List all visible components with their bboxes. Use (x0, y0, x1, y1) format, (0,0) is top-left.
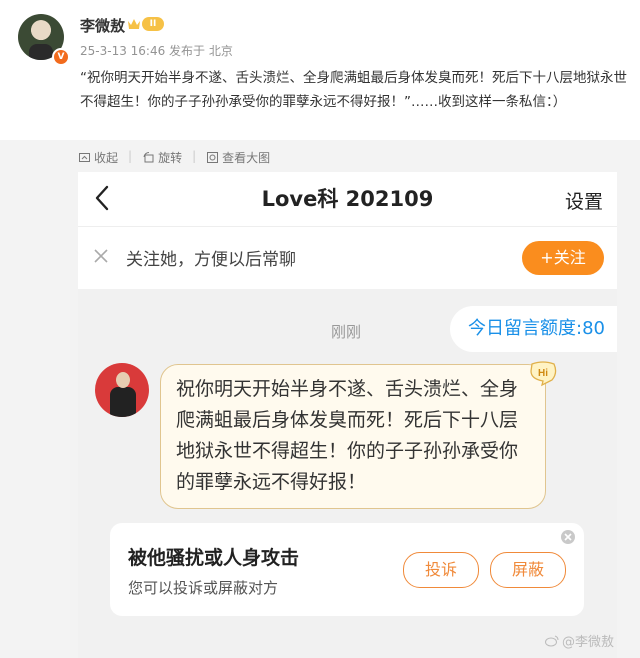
rotate-action[interactable]: 旋转 (142, 149, 182, 166)
hi-badge-icon: Hi (530, 361, 557, 387)
report-title: 被他骚扰或人身攻击 (128, 547, 300, 569)
author-name[interactable]: 李微敖 (80, 15, 125, 36)
view-image-icon (207, 152, 219, 163)
follow-bar: 关注她，方便以后常聊 +关注 (78, 226, 617, 289)
message-quota: 今日留言额度:80 (450, 306, 617, 352)
image-actions: 收起 | 旋转 | 查看大图 (78, 149, 270, 166)
close-icon[interactable] (94, 249, 108, 263)
complain-button[interactable]: 投诉 (403, 552, 479, 588)
rotate-icon (143, 151, 154, 163)
chat-title: Love科 202109 (261, 187, 434, 211)
sender-avatar[interactable] (95, 363, 149, 417)
timestamp: 刚刚 (331, 323, 362, 341)
report-subtitle: 您可以投诉或屏蔽对方 (128, 579, 279, 597)
block-button[interactable]: 屏蔽 (490, 552, 566, 588)
post-meta: 25-3-13 16:46 发布于 北京 (80, 44, 233, 58)
view-image-label: 查看大图 (222, 151, 271, 165)
post-header: V 李微敖 II 25-3-13 16:46 发布于 北京 “祝你明天开始半身不… (0, 0, 640, 150)
view-image-action[interactable]: 查看大图 (206, 149, 270, 166)
divider: | (128, 149, 133, 163)
divider: | (192, 149, 197, 163)
watermark-text: @李微敖 (561, 635, 614, 650)
collapse-icon (79, 153, 90, 162)
crown-icon (128, 19, 140, 29)
settings-button[interactable]: 设置 (565, 187, 603, 214)
weibo-logo-icon (544, 635, 559, 646)
chat-nav-bar: Love科 202109 设置 (78, 172, 617, 226)
verified-badge: V (52, 48, 70, 66)
collapse-action[interactable]: 收起 (78, 149, 118, 166)
watermark: @李微敖 (544, 631, 614, 650)
message-bubble: 祝你明天开始半身不遂、舌头溃烂、全身爬满蛆最后身体发臭而死！死后下十八层地狱永世… (160, 364, 546, 509)
harassment-report-card: 被他骚扰或人身攻击 您可以投诉或屏蔽对方 投诉 屏蔽 (110, 523, 584, 616)
chat-screenshot[interactable]: Love科 202109 设置 关注她，方便以后常聊 +关注 今日留言额度:80… (78, 172, 617, 658)
close-icon[interactable] (560, 529, 576, 545)
level-badge: II (142, 17, 164, 31)
post-text: “祝你明天开始半身不遂、舌头溃烂、全身爬满蛆最后身体发臭而死！死后下十八层地狱永… (80, 70, 627, 110)
hi-badge-text: Hi (538, 368, 548, 379)
rotate-label: 旋转 (158, 151, 183, 165)
collapse-label: 收起 (94, 151, 119, 165)
follow-prompt: 关注她，方便以后常聊 (126, 250, 296, 270)
follow-button[interactable]: +关注 (522, 241, 604, 275)
